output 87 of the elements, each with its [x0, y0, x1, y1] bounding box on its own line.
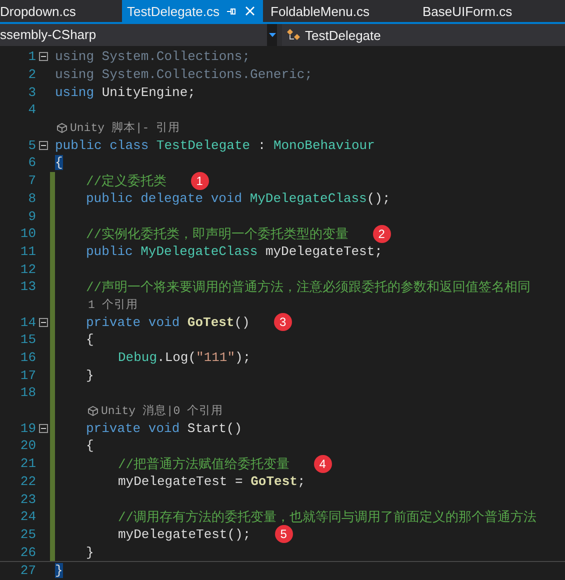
code-text: .Log(	[157, 350, 196, 366]
code-text: Start()	[186, 420, 242, 436]
collapse-icon[interactable]	[38, 140, 48, 150]
callout-number: 4	[314, 454, 332, 473]
code-type: MyDelegateClass	[248, 190, 367, 206]
code-comment: //定义委托类	[86, 172, 167, 190]
line-number: 17	[19, 368, 36, 383]
line-number: 18	[19, 385, 36, 400]
line-number: 10	[19, 226, 36, 242]
line-number: 5	[27, 138, 36, 153]
code-text: myDelegateTest();	[118, 526, 251, 542]
line-number: 19	[19, 420, 36, 436]
code-text: :	[256, 138, 267, 153]
file-tab[interactable]: TestDelegate.cs	[122, 0, 262, 22]
code-keyword: private void	[86, 314, 180, 330]
code-brace: }	[55, 563, 63, 578]
callout-number: 1	[190, 172, 209, 190]
member-dropdown[interactable]: TestDelegate	[282, 24, 565, 46]
line-number: 20	[19, 438, 36, 454]
file-tab[interactable]: BaseUIForm.cs	[414, 0, 520, 22]
code-text: );	[235, 350, 251, 366]
line-number: 21	[19, 456, 36, 472]
code-text: ()	[234, 314, 250, 330]
project-dropdown[interactable]: ssembly-CSharp	[0, 24, 267, 46]
line-number: 13	[19, 279, 36, 294]
code-text: {	[86, 332, 94, 348]
code-keyword: public	[86, 244, 133, 259]
code-string: "111"	[196, 350, 236, 366]
code-text: using System.Collections.Generic;	[55, 67, 312, 82]
code-text: {	[86, 438, 94, 454]
line-number: 11	[19, 244, 36, 259]
callout-number: 5	[274, 525, 293, 544]
line-number: 23	[19, 492, 36, 507]
code-method: GoTest	[186, 314, 234, 330]
line-number: 7	[27, 173, 36, 188]
code-type: MonoBehaviour	[273, 138, 375, 153]
collapse-icon[interactable]	[38, 424, 48, 433]
collapse-icon[interactable]	[38, 318, 48, 327]
code-brace: {	[55, 155, 63, 170]
code-comment: //声明一个将来要调用的普通方法，注意必须跟委托的参数和返回值签名相同	[86, 278, 531, 296]
file-tab[interactable]: FoldableMenu.cs	[262, 0, 414, 22]
code-comment: //把普通方法赋值给委托变量	[118, 456, 290, 473]
line-number: 22	[19, 474, 36, 489]
code-text: ;	[297, 474, 306, 489]
class-icon	[286, 28, 302, 42]
code-text: }	[86, 368, 94, 383]
line-number: 8	[27, 190, 36, 206]
file-tab[interactable]: Dropdown.cs	[0, 0, 122, 22]
dropdown-button[interactable]	[267, 24, 277, 46]
code-type: Debug	[118, 350, 158, 366]
code-keyword: public delegate void	[86, 190, 242, 206]
code-text: using System.Collections;	[55, 49, 250, 64]
line-number: 4	[27, 102, 36, 118]
caret-icon	[268, 33, 276, 37]
code-comment: //实例化委托类，即声明一个委托类型的变量	[86, 226, 349, 243]
line-number: 3	[27, 84, 36, 100]
code-comment: //调用存有方法的委托变量，也就等同与调用了前面定义的那个普通方法	[118, 508, 537, 526]
code-keyword: private void	[86, 420, 180, 436]
collapse-icon[interactable]	[38, 52, 48, 62]
line-number: 25	[19, 526, 36, 542]
code-text: myDelegateTest;	[264, 244, 382, 259]
line-number: 6	[27, 155, 36, 170]
line-number: 15	[19, 332, 36, 348]
code-text: }	[86, 544, 94, 560]
line-number: 14	[19, 314, 36, 330]
code-type: TestDelegate	[155, 138, 250, 153]
code-text: UnityEngine;	[100, 84, 196, 100]
line-number: 27	[19, 563, 36, 578]
code-keyword: public class	[55, 138, 149, 153]
line-number: 26	[19, 544, 36, 560]
line-number: 9	[27, 208, 36, 224]
code-method: GoTest	[250, 474, 298, 489]
close-icon[interactable]	[244, 6, 254, 16]
line-number: 16	[19, 350, 36, 366]
cube-icon	[57, 122, 67, 133]
line-number: 12	[19, 262, 36, 277]
code-text: ();	[366, 190, 390, 206]
line-number: 24	[19, 509, 36, 524]
code-keyword: using	[55, 84, 94, 100]
callout-number: 2	[372, 224, 391, 243]
code-text: myDelegateTest =	[118, 474, 244, 489]
pin-icon[interactable]	[226, 6, 236, 16]
code-type: MyDelegateClass	[140, 244, 258, 259]
callout-number: 3	[274, 313, 292, 332]
line-number: 2	[27, 67, 36, 82]
line-number: 1	[27, 49, 36, 64]
cube-icon	[88, 406, 98, 416]
